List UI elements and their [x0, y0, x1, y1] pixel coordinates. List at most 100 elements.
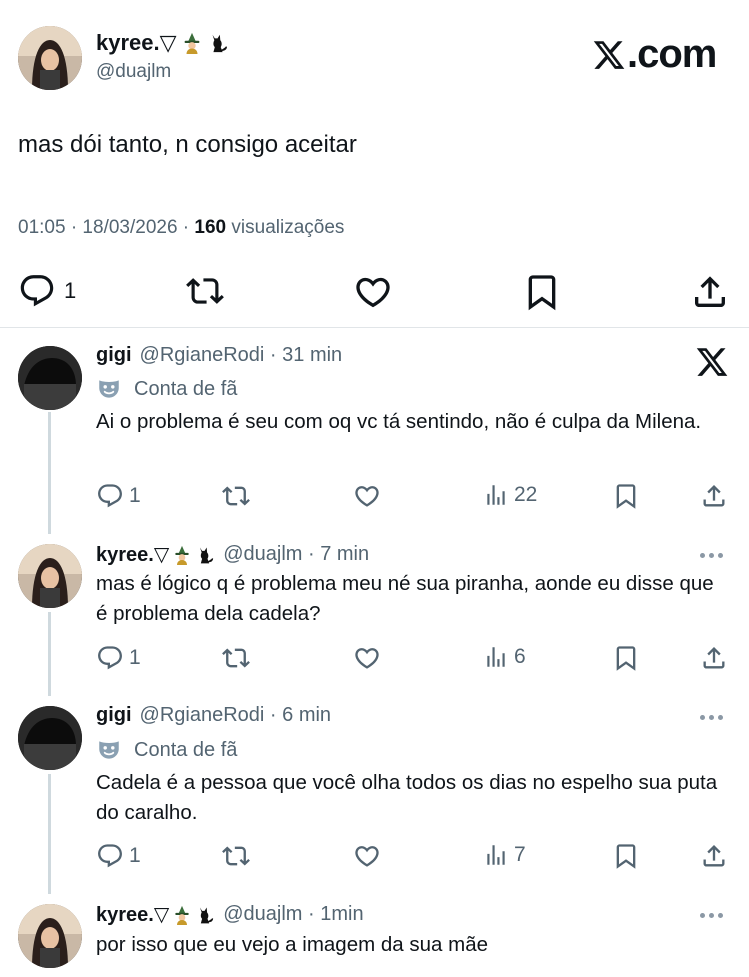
- views-count: 160: [194, 217, 227, 238]
- bookmark-icon: [612, 842, 640, 870]
- site-label: .com: [627, 32, 717, 76]
- fan-account-badge: Conta de fã: [96, 737, 237, 763]
- reply-button[interactable]: 1: [96, 482, 141, 510]
- share-icon: [690, 272, 730, 312]
- badge-label: Conta de fã: [134, 377, 238, 400]
- bookmark-button[interactable]: [612, 482, 640, 510]
- like-button[interactable]: [353, 272, 393, 312]
- name-emojis: [172, 545, 215, 565]
- share-button[interactable]: [700, 644, 728, 672]
- handle-time[interactable]: @duajlm · 1min: [223, 903, 363, 926]
- timestamp[interactable]: 01:05 · 18/03/2026 ·: [18, 217, 194, 238]
- more-dots-icon[interactable]: [700, 913, 723, 918]
- thread-line: [48, 412, 51, 534]
- x-logo-icon: [695, 345, 729, 379]
- reply-button[interactable]: 1: [18, 272, 76, 310]
- handle-time[interactable]: @RgianeRodi · 31 min: [140, 344, 343, 367]
- views-button[interactable]: 7: [483, 842, 526, 868]
- avatar[interactable]: [18, 26, 82, 90]
- heart-icon: [353, 644, 381, 672]
- retweet-icon: [221, 842, 251, 870]
- reply-header: kyree.▽ @duajlm · 7 min: [96, 542, 369, 567]
- fan-account-badge: Conta de fã: [96, 376, 237, 402]
- share-button[interactable]: [690, 272, 730, 312]
- reply-count: 1: [64, 278, 77, 303]
- reply-button[interactable]: 1: [96, 842, 141, 870]
- tweet-meta: 01:05 · 18/03/2026 · 160 visualizações: [18, 217, 344, 239]
- speech-bubble-icon: [96, 644, 124, 672]
- name-emojis: [172, 905, 215, 925]
- share-button[interactable]: [700, 482, 728, 510]
- reply-text: Cadela é a pessoa que você olha todos os…: [96, 771, 718, 824]
- avatar[interactable]: [18, 904, 82, 968]
- reply-actions: 1 22: [96, 482, 732, 512]
- badge-label: Conta de fã: [134, 738, 238, 761]
- display-name[interactable]: kyree.▽: [96, 542, 169, 567]
- avatar[interactable]: [18, 346, 82, 410]
- more-dots-icon[interactable]: [700, 715, 723, 720]
- mask-icon: [96, 376, 122, 402]
- display-name-text: kyree.▽: [96, 30, 177, 55]
- handle-time[interactable]: @RgianeRodi · 6 min: [140, 704, 332, 727]
- bookmark-icon: [612, 482, 640, 510]
- heart-icon: [353, 842, 381, 870]
- reply-text: Ai o problema é seu com oq vc tá sentind…: [96, 410, 702, 433]
- display-name[interactable]: gigi: [96, 704, 132, 727]
- retweet-icon: [221, 482, 251, 510]
- views-label: visualizações: [226, 217, 345, 238]
- retweet-button[interactable]: [221, 842, 251, 870]
- avatar-photo: [18, 904, 82, 968]
- reply-count: 1: [129, 646, 141, 669]
- thread-line: [48, 612, 51, 696]
- views-count: 6: [514, 645, 526, 668]
- reply-header: gigi @RgianeRodi · 31 min: [96, 344, 342, 367]
- thread-line: [48, 774, 51, 894]
- share-icon: [700, 842, 728, 870]
- bar-chart-icon: [483, 842, 509, 868]
- bookmark-button[interactable]: [612, 842, 640, 870]
- bookmark-icon: [522, 272, 562, 312]
- reply-button[interactable]: 1: [96, 644, 141, 672]
- bar-chart-icon: [483, 644, 509, 670]
- bookmark-button[interactable]: [612, 644, 640, 672]
- retweet-icon: [221, 644, 251, 672]
- display-name[interactable]: gigi: [96, 344, 132, 367]
- x-brand-logo: .com: [592, 32, 717, 77]
- more-dots-icon[interactable]: [700, 553, 723, 558]
- views-count: 22: [514, 483, 538, 506]
- handle-time[interactable]: @duajlm · 7 min: [223, 543, 369, 566]
- witch-emoji-icon: [172, 905, 192, 925]
- handle[interactable]: @duajlm: [96, 61, 171, 83]
- speech-bubble-icon: [18, 272, 56, 310]
- divider: [0, 327, 749, 328]
- share-button[interactable]: [700, 842, 728, 870]
- avatar[interactable]: [18, 706, 82, 770]
- reply-text: mas é lógico q é problema meu né sua pir…: [96, 572, 714, 625]
- avatar[interactable]: [18, 544, 82, 608]
- tweet-actions: 1: [18, 272, 730, 312]
- heart-icon: [353, 272, 393, 312]
- bookmark-button[interactable]: [522, 272, 562, 312]
- share-icon: [700, 644, 728, 672]
- speech-bubble-icon: [96, 842, 124, 870]
- reply-header: kyree.▽ @duajlm · 1min: [96, 902, 364, 927]
- reply-actions: 1 6: [96, 644, 732, 674]
- reply-actions: 1 7: [96, 842, 732, 872]
- avatar-photo: [18, 26, 82, 90]
- display-name[interactable]: kyree.▽: [96, 902, 169, 927]
- views-button[interactable]: 22: [483, 482, 537, 508]
- views-button[interactable]: 6: [483, 644, 526, 670]
- like-button[interactable]: [353, 644, 381, 672]
- retweet-button[interactable]: [221, 482, 251, 510]
- avatar-photo: [18, 346, 82, 410]
- like-button[interactable]: [353, 842, 381, 870]
- mask-icon: [96, 737, 122, 763]
- black-cat-emoji-icon: [195, 545, 215, 565]
- tweet-text: mas dói tanto, n consigo aceitar: [18, 131, 357, 158]
- reply-header: gigi @RgianeRodi · 6 min: [96, 704, 331, 727]
- like-button[interactable]: [353, 482, 381, 510]
- speech-bubble-icon: [96, 482, 124, 510]
- retweet-button[interactable]: [221, 644, 251, 672]
- display-name[interactable]: kyree.▽: [96, 30, 229, 56]
- retweet-button[interactable]: [184, 272, 226, 310]
